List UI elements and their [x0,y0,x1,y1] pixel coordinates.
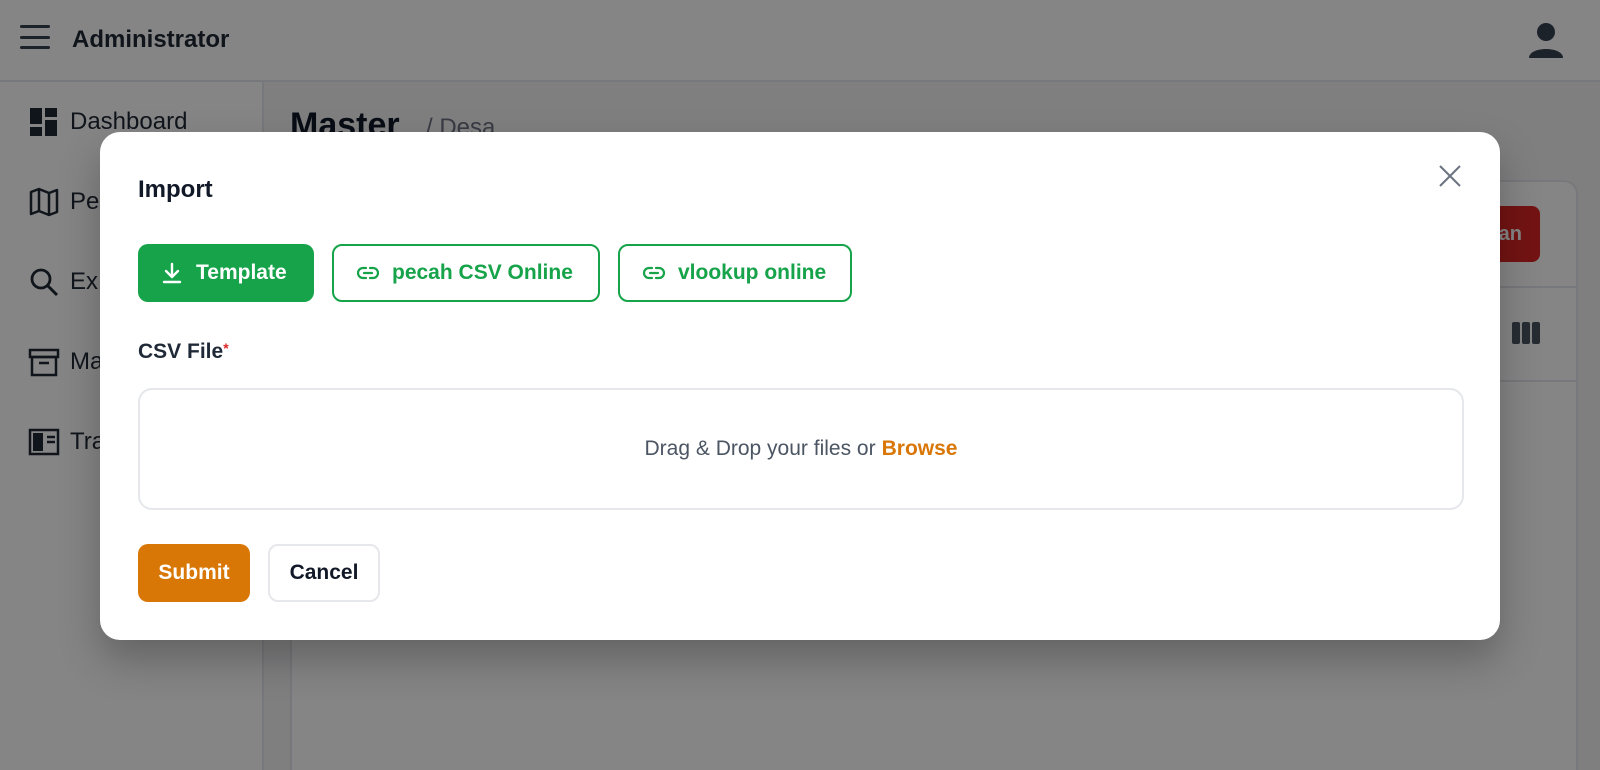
template-button[interactable]: Template [138,244,314,302]
pecah-csv-online-link[interactable]: pecah CSV Online [332,244,600,302]
browse-link[interactable]: Browse [882,437,958,461]
import-actions: Template pecah CSV Online vlookup online [138,244,852,302]
link-icon [642,266,666,280]
template-button-label: Template [196,261,287,284]
close-icon[interactable] [1434,160,1466,192]
csv-file-label-text: CSV File [138,340,224,363]
required-indicator: * [223,340,229,356]
pecah-csv-online-label: pecah CSV Online [392,261,573,284]
import-modal: Import Template pecah CSV Online vlookup… [100,132,1500,640]
csv-file-dropzone[interactable]: Drag & Drop your files or Browse [138,388,1464,510]
vlookup-online-label: vlookup online [678,261,827,284]
cancel-button[interactable]: Cancel [268,544,380,602]
form-actions: Submit Cancel [138,544,380,602]
modal-title: Import [138,176,213,203]
dropzone-text: Drag & Drop your files or [644,437,876,460]
download-icon [162,262,182,284]
csv-file-label: CSV File* [138,340,229,364]
vlookup-online-link[interactable]: vlookup online [618,244,852,302]
submit-button[interactable]: Submit [138,544,250,602]
link-icon [356,266,380,280]
